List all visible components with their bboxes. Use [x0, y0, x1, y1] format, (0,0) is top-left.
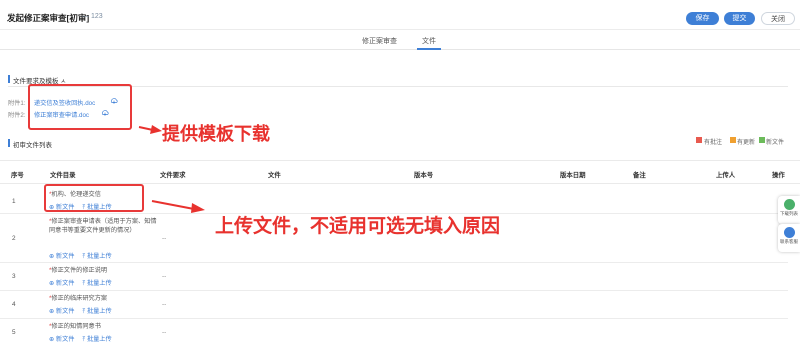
- table-row-file-name: *修正文件的修正说明: [49, 267, 108, 274]
- row-seq: 2: [12, 235, 16, 242]
- page-title: 发起修正案审查[初审]: [7, 13, 90, 23]
- row-actions: ⊕ 新文件 ⤒ 批量上传: [49, 334, 120, 344]
- section-marker: [8, 139, 10, 147]
- col-file: 文件: [268, 172, 281, 179]
- new-file-button[interactable]: ⊕ 新文件: [49, 308, 78, 315]
- col-seq: 序号: [11, 172, 24, 179]
- row-requirement: --: [162, 235, 167, 242]
- legend-new-swatch: [759, 137, 765, 143]
- legend-new: 新文件: [766, 140, 785, 146]
- arrow-icon: [138, 125, 162, 134]
- table-row-file-name: *修正的临床研究方案: [49, 295, 108, 302]
- active-tab-indicator: [417, 48, 441, 50]
- col-version-date: 版本日期: [560, 172, 586, 179]
- project-id: — 123: [82, 13, 103, 20]
- batch-upload-button[interactable]: ⤒ 批量上传: [82, 253, 115, 260]
- row-seq: 1: [12, 198, 16, 205]
- attachment-label-2: 附件2:: [8, 112, 26, 119]
- row-divider: [0, 318, 788, 319]
- row-requirement: --: [162, 301, 167, 308]
- row-requirement: --: [162, 273, 167, 280]
- attachment-label-1: 附件1:: [8, 100, 26, 107]
- table-header: 序号 文件目录 文件要求 文件 版本号 版本日期 备注 上传人 操作: [0, 160, 800, 184]
- row-seq: 3: [12, 273, 16, 280]
- tab-files[interactable]: 文件: [422, 36, 436, 46]
- download-list-button[interactable]: 下载列表: [778, 196, 800, 224]
- col-catalog: 文件目录: [50, 172, 76, 179]
- save-button[interactable]: 保存: [686, 12, 719, 25]
- row-seq: 4: [12, 301, 16, 308]
- row-actions: ⊕ 新文件 ⤒ 批量上传: [49, 278, 120, 288]
- col-actions: 操作: [772, 172, 785, 179]
- batch-upload-button[interactable]: ⤒ 批量上传: [82, 336, 115, 343]
- tab-bar: 修正案审查 文件: [0, 30, 800, 50]
- col-version: 版本号: [414, 172, 434, 179]
- col-uploader: 上传人: [716, 172, 736, 179]
- arrow-icon: [151, 200, 205, 213]
- table-row-file-name: *修正的知情同意书: [49, 323, 101, 330]
- page-header: 发起修正案审查[初审] — 123 保存 提交 关闭: [0, 0, 800, 30]
- new-file-button[interactable]: ⊕ 新文件: [49, 253, 78, 260]
- row-seq: 5: [12, 329, 16, 336]
- row-actions: ⊕ 新文件 ⤒ 批量上传: [49, 306, 120, 316]
- row-requirement: --: [162, 329, 167, 336]
- download-list-icon: [783, 199, 795, 210]
- close-button[interactable]: 关闭: [761, 12, 795, 25]
- submit-button[interactable]: 提交: [724, 12, 755, 25]
- row-actions: ⊕ 新文件 ⤒ 批量上传: [49, 251, 120, 261]
- customer-service-icon: [783, 227, 795, 238]
- col-remark: 备注: [633, 172, 646, 179]
- legend-annotated: 有批注: [704, 140, 723, 146]
- legend-updated: 有更新: [737, 140, 756, 146]
- highlight-box-upload: [44, 184, 144, 212]
- legend-updated-swatch: [730, 137, 736, 143]
- annotation-template-download: 提供模板下载: [162, 124, 270, 145]
- legend-annotated-swatch: [696, 137, 702, 143]
- batch-upload-button[interactable]: ⤒ 批量上传: [82, 308, 115, 315]
- file-list-title: 初审文件列表: [13, 142, 52, 149]
- annotation-upload-instruction: 上传文件，不适用可选无填入原因: [215, 215, 501, 237]
- row-divider: [0, 262, 788, 263]
- contact-service-button[interactable]: 联系客服: [778, 224, 800, 252]
- highlight-box-template: [28, 84, 132, 130]
- table-row-file-name: *修正案审查申请表（适用于方案、知情同意书等重要文件更新的情况）: [49, 218, 157, 234]
- batch-upload-button[interactable]: ⤒ 批量上传: [82, 280, 115, 287]
- tab-amendment-review[interactable]: 修正案审查: [362, 36, 397, 46]
- section-marker: [8, 75, 10, 83]
- new-file-button[interactable]: ⊕ 新文件: [49, 336, 78, 343]
- new-file-button[interactable]: ⊕ 新文件: [49, 280, 78, 287]
- row-divider: [0, 290, 788, 291]
- col-requirement: 文件要求: [160, 172, 186, 179]
